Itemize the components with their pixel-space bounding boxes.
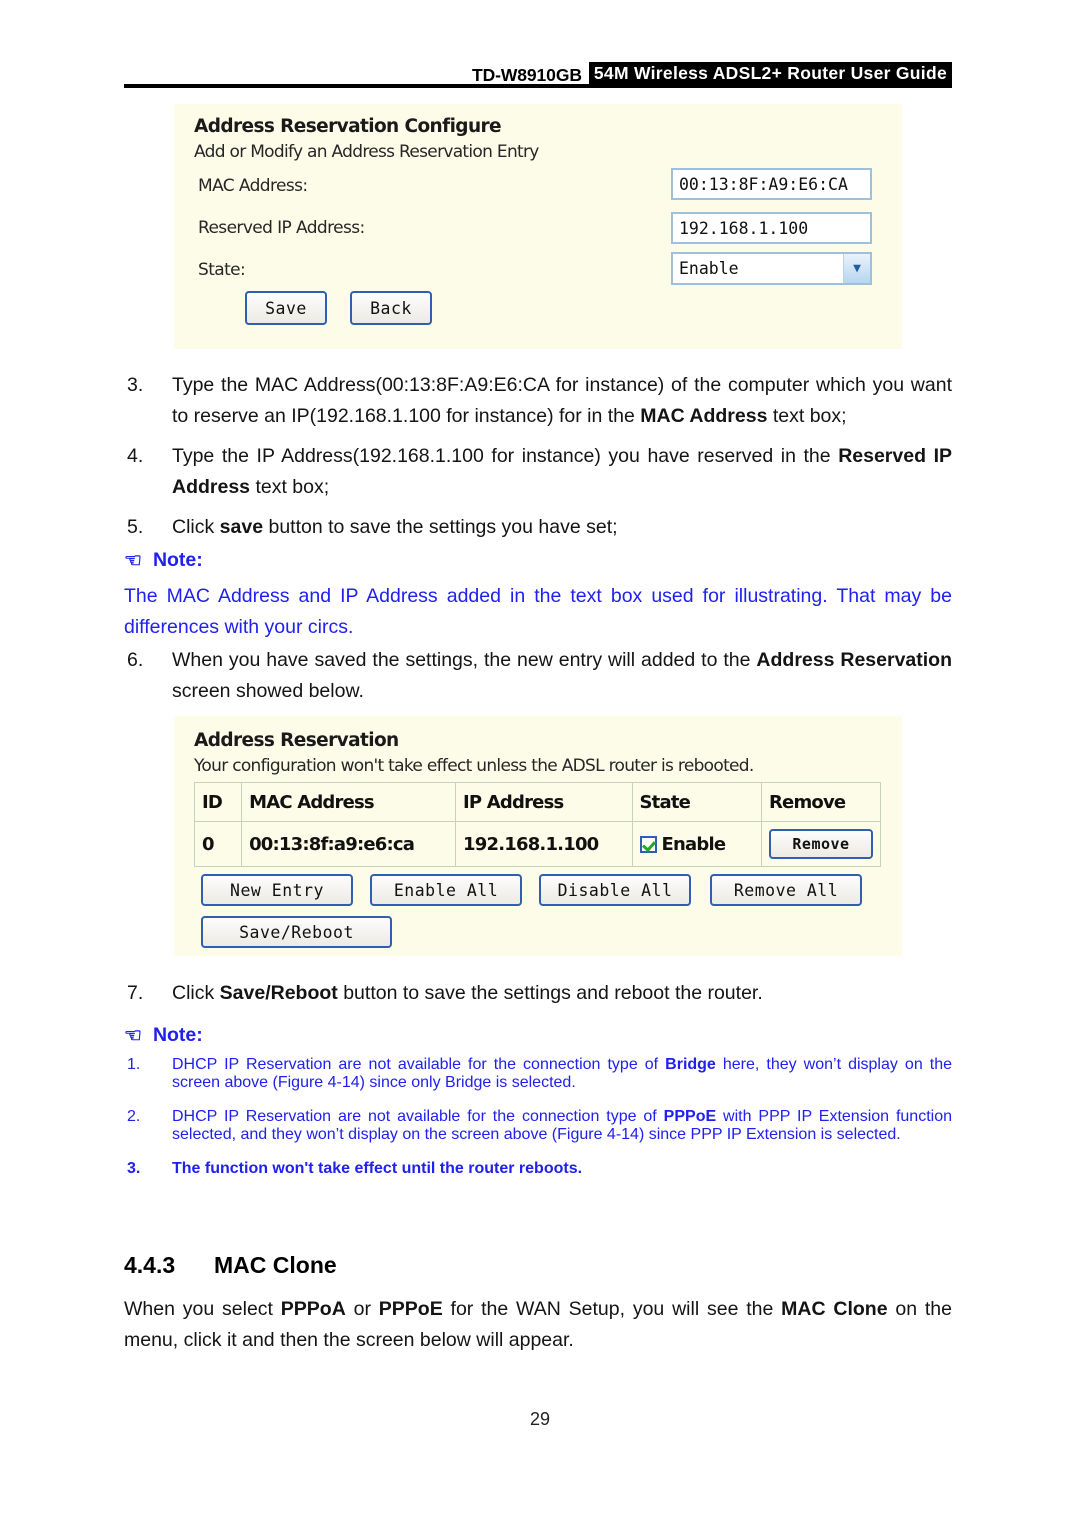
column-header-ip: IP Address	[455, 782, 633, 822]
list-marker: 4.	[127, 445, 144, 467]
list-marker: 1.	[127, 1056, 141, 1073]
list-marker: 3.	[127, 374, 144, 396]
steps-list-a: 3. Type the MAC Address(00:13:8F:A9:E6:C…	[124, 370, 952, 552]
remove-button[interactable]: Remove	[769, 829, 873, 859]
save-reboot-button[interactable]: Save/Reboot	[201, 916, 392, 948]
list-text: Type the IP Address(192.168.1.100 for in…	[172, 445, 952, 498]
list-item: 6. When you have saved the settings, the…	[124, 645, 952, 707]
state-text: Enable	[661, 833, 727, 855]
list-marker: 5.	[127, 516, 144, 538]
header-divider	[124, 84, 952, 88]
column-header-mac: MAC Address	[241, 782, 457, 822]
address-reservation-table: ID MAC Address IP Address State Remove 0…	[193, 782, 881, 867]
disable-all-button[interactable]: Disable All	[539, 874, 691, 906]
note-block-2: ☜ Note: 1. DHCP IP Reservation are not a…	[124, 1024, 952, 1187]
mac-address-label: MAC Address:	[198, 176, 308, 196]
list-marker: 2.	[127, 1108, 141, 1125]
steps-list-b: 6. When you have saved the settings, the…	[124, 645, 952, 716]
section-title: MAC Clone	[214, 1252, 337, 1278]
note-list-item: 1. DHCP IP Reservation are not available…	[124, 1056, 952, 1092]
table-header-row: ID MAC Address IP Address State Remove	[193, 782, 881, 822]
note-label: Note:	[152, 549, 203, 571]
back-button[interactable]: Back	[350, 291, 432, 325]
cell-ip: 192.168.1.100	[455, 821, 633, 867]
list-item: 4. Type the IP Address(192.168.1.100 for…	[124, 441, 952, 503]
cell-remove: Remove	[761, 821, 881, 867]
note-body: The MAC Address and IP Address added in …	[124, 585, 952, 638]
steps-list-c: 7. Click Save/Reboot button to save the …	[124, 978, 952, 1018]
list-marker: 3.	[127, 1160, 141, 1177]
note-heading: ☜ Note:	[124, 1024, 952, 1047]
reserved-ip-input[interactable]: 192.168.1.100	[671, 212, 872, 244]
list-text: When you have saved the settings, the ne…	[172, 649, 953, 702]
note-list-text: DHCP IP Reservation are not available fo…	[172, 1108, 952, 1143]
note-label: Note:	[152, 1024, 203, 1046]
list-marker: 7.	[127, 982, 144, 1004]
page-number: 29	[529, 1409, 551, 1429]
section-heading: 4.4.3 MAC Clone	[124, 1252, 952, 1279]
panel1-subtitle: Add or Modify an Address Reservation Ent…	[194, 142, 539, 162]
header-model: TD-W8910GB	[472, 65, 582, 85]
state-select-value: Enable	[679, 259, 739, 278]
list-text: Click save button to save the settings y…	[172, 516, 618, 538]
document-page: TD-W8910GB 54M Wireless ADSL2+ Router Us…	[0, 0, 1080, 1527]
list-item: 5. Click save button to save the setting…	[124, 512, 952, 543]
panel1-title: Address Reservation Configure	[194, 116, 502, 137]
note-list-text: The function won't take effect until the…	[172, 1160, 583, 1177]
cell-state: Enable	[631, 821, 763, 867]
remove-all-button[interactable]: Remove All	[710, 874, 862, 906]
save-button[interactable]: Save	[245, 291, 327, 325]
running-header: TD-W8910GB 54M Wireless ADSL2+ Router Us…	[124, 50, 952, 86]
list-item: 3. Type the MAC Address(00:13:8F:A9:E6:C…	[124, 370, 952, 432]
table-row: 0 00:13:8f:a9:e6:ca 192.168.1.100 Enable…	[193, 821, 881, 867]
cell-mac: 00:13:8f:a9:e6:ca	[241, 821, 457, 867]
state-checkbox[interactable]	[639, 835, 657, 853]
reserved-ip-label: Reserved IP Address:	[198, 218, 365, 238]
cell-id: 0	[193, 821, 243, 867]
list-text: Type the MAC Address(00:13:8F:A9:E6:CA f…	[172, 374, 952, 427]
list-item: 7. Click Save/Reboot button to save the …	[124, 978, 952, 1009]
column-header-remove: Remove	[761, 782, 881, 822]
new-entry-button[interactable]: New Entry	[201, 874, 353, 906]
state-label: State:	[198, 260, 246, 280]
closing-paragraph: When you select PPPoA or PPPoE for the W…	[124, 1298, 952, 1351]
enable-all-button[interactable]: Enable All	[370, 874, 522, 906]
note-heading: ☜ Note:	[124, 549, 952, 572]
column-header-state: State	[631, 782, 763, 822]
section-number: 4.4.3	[124, 1252, 176, 1278]
column-header-id: ID	[193, 782, 243, 822]
chevron-down-icon[interactable]: ▼	[843, 254, 870, 283]
note-list-item: 2. DHCP IP Reservation are not available…	[124, 1108, 952, 1144]
panel2-title: Address Reservation	[194, 730, 399, 751]
pointing-hand-icon: ☜	[124, 1024, 142, 1047]
pointing-hand-icon: ☜	[124, 549, 142, 572]
address-reservation-panel: Address Reservation Your configuration w…	[174, 716, 902, 956]
mac-address-input[interactable]: 00:13:8F:A9:E6:CA	[671, 168, 872, 200]
note-list-item: 3. The function won't take effect until …	[124, 1160, 952, 1178]
list-text: Click Save/Reboot button to save the set…	[172, 982, 763, 1004]
address-reservation-configure-panel: Address Reservation Configure Add or Mod…	[174, 104, 902, 349]
note-block-1: ☜ Note: The MAC Address and IP Address a…	[124, 549, 952, 643]
panel2-subtitle: Your configuration won't take effect unl…	[194, 756, 754, 776]
header-title: 54M Wireless ADSL2+ Router User Guide	[588, 62, 952, 86]
note-list-text: DHCP IP Reservation are not available fo…	[172, 1056, 953, 1091]
state-select[interactable]: Enable ▼	[671, 252, 872, 285]
list-marker: 6.	[127, 649, 144, 671]
